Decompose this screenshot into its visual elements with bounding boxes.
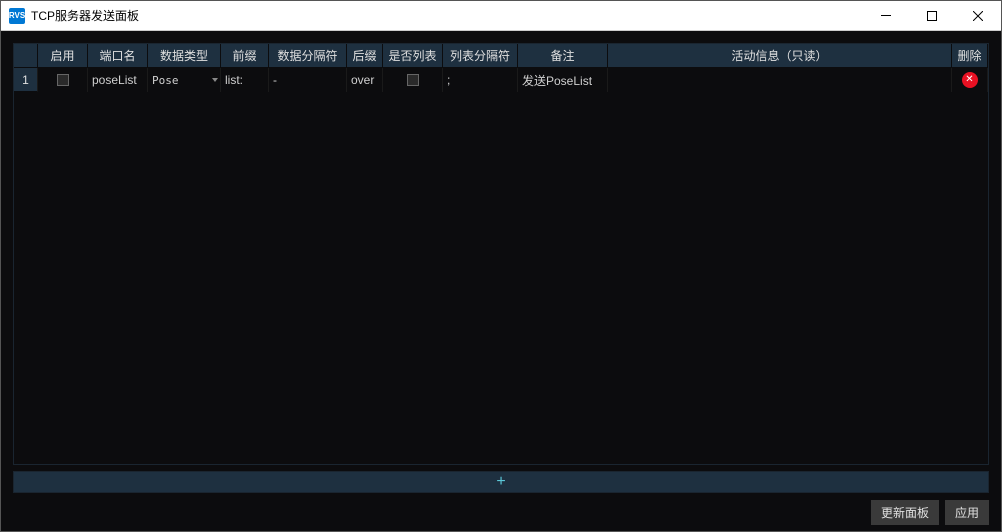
- cell-delete: ✕: [952, 68, 988, 92]
- update-panel-button[interactable]: 更新面板: [871, 500, 939, 525]
- cell-activity: [608, 68, 952, 92]
- table-body: 1 poseList Pose list: - over ;: [14, 68, 988, 464]
- header-delete: 删除: [952, 44, 988, 68]
- header-prefix[interactable]: 前缀: [221, 44, 269, 68]
- titlebar: RVS TCP服务器发送面板: [1, 1, 1001, 31]
- cell-enable[interactable]: [38, 68, 88, 92]
- add-row-button[interactable]: +: [13, 471, 989, 493]
- table-header: 启用 端口名 数据类型 前缀 数据分隔符 后缀 是否列表 列表分隔符 备注 活动…: [14, 44, 988, 68]
- window-title: TCP服务器发送面板: [31, 7, 139, 24]
- table-container: 启用 端口名 数据类型 前缀 数据分隔符 后缀 是否列表 列表分隔符 备注 活动…: [13, 43, 989, 465]
- maximize-icon: [927, 11, 937, 21]
- cell-rownum: 1: [14, 68, 38, 92]
- islist-checkbox[interactable]: [407, 74, 419, 86]
- header-activity: 活动信息（只读）: [608, 44, 952, 68]
- header-datatype[interactable]: 数据类型: [148, 44, 221, 68]
- plus-icon: +: [496, 473, 505, 491]
- header-enable[interactable]: 启用: [38, 44, 88, 68]
- minimize-icon: [881, 15, 891, 16]
- delete-button[interactable]: ✕: [962, 72, 978, 88]
- header-suffix[interactable]: 后缀: [347, 44, 383, 68]
- window-controls: [863, 1, 1001, 31]
- header-rownum: [14, 44, 38, 68]
- app-window: RVS TCP服务器发送面板 启用 端口名 数据类型 前缀 数据分隔符: [0, 0, 1002, 532]
- cell-listsep[interactable]: ;: [443, 68, 518, 92]
- datatype-value: Pose: [152, 74, 179, 87]
- delete-x-icon: ✕: [965, 75, 973, 85]
- minimize-button[interactable]: [863, 1, 909, 31]
- maximize-button[interactable]: [909, 1, 955, 31]
- cell-remark[interactable]: 发送PoseList: [518, 68, 608, 92]
- app-icon: RVS: [9, 8, 25, 24]
- table-row: 1 poseList Pose list: - over ;: [14, 68, 988, 92]
- cell-prefix[interactable]: list:: [221, 68, 269, 92]
- header-portname[interactable]: 端口名: [88, 44, 148, 68]
- close-button[interactable]: [955, 1, 1001, 31]
- header-datasep[interactable]: 数据分隔符: [269, 44, 347, 68]
- cell-datatype[interactable]: Pose: [148, 68, 221, 92]
- cell-islist[interactable]: [383, 68, 443, 92]
- cell-datasep[interactable]: -: [269, 68, 347, 92]
- apply-button[interactable]: 应用: [945, 500, 989, 525]
- header-islist[interactable]: 是否列表: [383, 44, 443, 68]
- content-area: 启用 端口名 数据类型 前缀 数据分隔符 后缀 是否列表 列表分隔符 备注 活动…: [1, 31, 1001, 499]
- titlebar-left: RVS TCP服务器发送面板: [1, 7, 139, 24]
- enable-checkbox[interactable]: [57, 74, 69, 86]
- header-listsep[interactable]: 列表分隔符: [443, 44, 518, 68]
- chevron-down-icon: [212, 78, 218, 82]
- footer: 更新面板 应用: [1, 499, 1001, 531]
- cell-suffix[interactable]: over: [347, 68, 383, 92]
- cell-portname[interactable]: poseList: [88, 68, 148, 92]
- header-remark[interactable]: 备注: [518, 44, 608, 68]
- close-icon: [973, 11, 983, 21]
